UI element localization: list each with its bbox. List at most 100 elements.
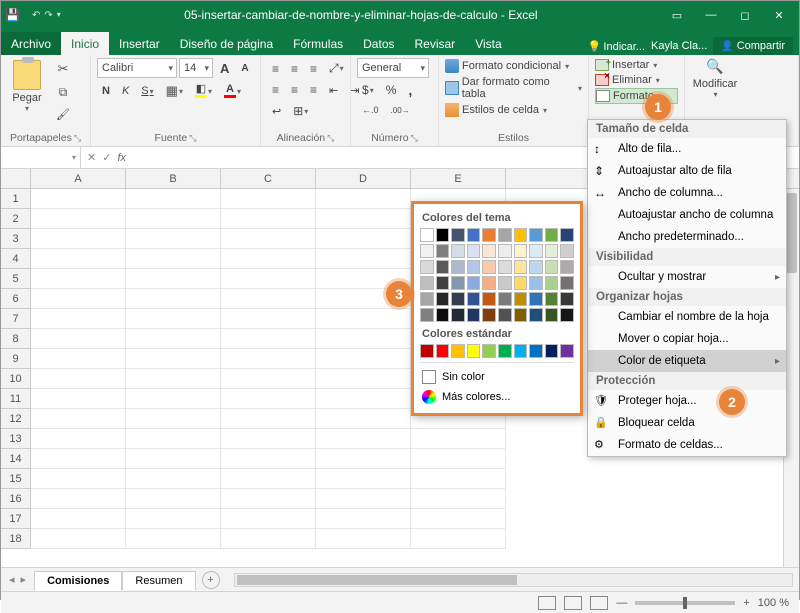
cell[interactable] xyxy=(126,329,221,349)
cell[interactable] xyxy=(221,409,316,429)
cell[interactable] xyxy=(126,449,221,469)
color-swatch[interactable] xyxy=(436,228,450,242)
cell[interactable] xyxy=(316,529,411,549)
color-swatch[interactable] xyxy=(482,244,496,258)
color-swatch[interactable] xyxy=(451,244,465,258)
number-format-combo[interactable]: General xyxy=(357,58,429,78)
accounting-button[interactable]: ▾ xyxy=(357,80,379,100)
cell[interactable] xyxy=(316,389,411,409)
color-swatch[interactable] xyxy=(451,228,465,242)
percent-button[interactable] xyxy=(381,80,402,100)
zoom-slider[interactable] xyxy=(635,601,735,605)
font-size-combo[interactable]: 14 xyxy=(179,58,213,78)
cell[interactable] xyxy=(316,509,411,529)
cell[interactable] xyxy=(221,189,316,209)
align-bottom-button[interactable] xyxy=(305,59,322,79)
no-color-option[interactable]: Sin color xyxy=(420,367,574,387)
cell[interactable] xyxy=(31,249,126,269)
color-swatch[interactable] xyxy=(498,308,512,322)
cell[interactable] xyxy=(31,329,126,349)
menu-row-height[interactable]: Alto de fila... xyxy=(588,138,786,160)
color-swatch[interactable] xyxy=(560,344,574,358)
cell[interactable] xyxy=(316,449,411,469)
color-swatch[interactable] xyxy=(467,244,481,258)
select-all-corner[interactable] xyxy=(1,169,31,188)
cell[interactable] xyxy=(316,229,411,249)
sheet-tab-other[interactable]: Resumen xyxy=(122,571,195,590)
ribbon-options-icon[interactable]: ▭ xyxy=(661,4,693,26)
color-swatch[interactable] xyxy=(498,276,512,290)
cell[interactable] xyxy=(126,429,221,449)
tab-formulas[interactable]: Fórmulas xyxy=(283,32,353,55)
menu-tab-color[interactable]: Color de etiqueta▸ xyxy=(588,350,786,372)
row-header[interactable]: 10 xyxy=(1,369,31,389)
font-name-combo[interactable]: Calibri xyxy=(97,58,177,78)
sheet-tab-active[interactable]: Comisiones xyxy=(34,571,122,591)
cell-styles-button[interactable]: Estilos de celda▾ xyxy=(445,102,582,118)
cell[interactable] xyxy=(316,249,411,269)
tab-page-layout[interactable]: Diseño de página xyxy=(170,32,283,55)
color-swatch[interactable] xyxy=(482,308,496,322)
tab-file[interactable]: Archivo xyxy=(1,32,61,55)
merge-button[interactable]: ▾ xyxy=(288,101,313,121)
color-swatch[interactable] xyxy=(529,292,543,306)
row-header[interactable]: 1 xyxy=(1,189,31,209)
decrease-indent-button[interactable] xyxy=(324,81,343,100)
cell[interactable] xyxy=(221,429,316,449)
enter-icon[interactable]: ✓ xyxy=(102,151,111,164)
find-select-button[interactable]: Modificar ▾ xyxy=(691,58,739,99)
color-swatch[interactable] xyxy=(420,344,434,358)
row-header[interactable]: 5 xyxy=(1,269,31,289)
cell[interactable] xyxy=(31,529,126,549)
color-swatch[interactable] xyxy=(514,344,528,358)
color-swatch[interactable] xyxy=(560,244,574,258)
color-swatch[interactable] xyxy=(545,260,559,274)
color-swatch[interactable] xyxy=(451,260,465,274)
sheet-nav-next-icon[interactable]: ▸ xyxy=(21,573,27,586)
color-swatch[interactable] xyxy=(420,228,434,242)
delete-cells-button[interactable]: Eliminar▾ xyxy=(595,73,678,87)
share-button[interactable]: Compartir xyxy=(713,37,793,55)
color-swatch[interactable] xyxy=(420,260,434,274)
view-page-break-icon[interactable] xyxy=(590,596,608,610)
cell[interactable] xyxy=(126,229,221,249)
column-header[interactable]: D xyxy=(316,169,411,188)
color-swatch[interactable] xyxy=(482,276,496,290)
sheet-nav-prev-icon[interactable]: ◂ xyxy=(9,573,15,586)
font-color-button[interactable]: ▾ xyxy=(219,81,246,101)
tab-data[interactable]: Datos xyxy=(353,32,404,55)
color-swatch[interactable] xyxy=(467,344,481,358)
cell[interactable] xyxy=(126,469,221,489)
cell[interactable] xyxy=(411,489,506,509)
redo-icon[interactable]: ↷ xyxy=(44,10,52,21)
format-as-table-button[interactable]: Dar formato como tabla▾ xyxy=(445,75,582,101)
row-header[interactable]: 2 xyxy=(1,209,31,229)
cell[interactable] xyxy=(126,289,221,309)
cell[interactable] xyxy=(31,389,126,409)
format-painter-button[interactable] xyxy=(51,105,75,124)
color-swatch[interactable] xyxy=(451,344,465,358)
bold-button[interactable]: N xyxy=(97,82,115,100)
comma-button[interactable] xyxy=(403,79,417,101)
color-swatch[interactable] xyxy=(498,344,512,358)
color-swatch[interactable] xyxy=(467,228,481,242)
cell[interactable] xyxy=(31,189,126,209)
row-header[interactable]: 4 xyxy=(1,249,31,269)
close-button[interactable]: ✕ xyxy=(763,4,795,26)
maximize-button[interactable]: ◻ xyxy=(729,4,761,26)
italic-button[interactable]: K xyxy=(117,82,134,100)
cancel-icon[interactable]: ✕ xyxy=(87,151,96,164)
shrink-font-button[interactable] xyxy=(236,58,253,79)
menu-format-cells[interactable]: Formato de celdas... xyxy=(588,434,786,456)
color-swatch[interactable] xyxy=(436,292,450,306)
color-swatch[interactable] xyxy=(498,244,512,258)
row-header[interactable]: 12 xyxy=(1,409,31,429)
row-header[interactable]: 3 xyxy=(1,229,31,249)
menu-hide-unhide[interactable]: Ocultar y mostrar▸ xyxy=(588,266,786,288)
underline-button[interactable]: S▾ xyxy=(136,82,158,100)
cell[interactable] xyxy=(221,309,316,329)
color-swatch[interactable] xyxy=(451,292,465,306)
cell[interactable] xyxy=(126,249,221,269)
color-swatch[interactable] xyxy=(560,308,574,322)
color-swatch[interactable] xyxy=(560,276,574,290)
